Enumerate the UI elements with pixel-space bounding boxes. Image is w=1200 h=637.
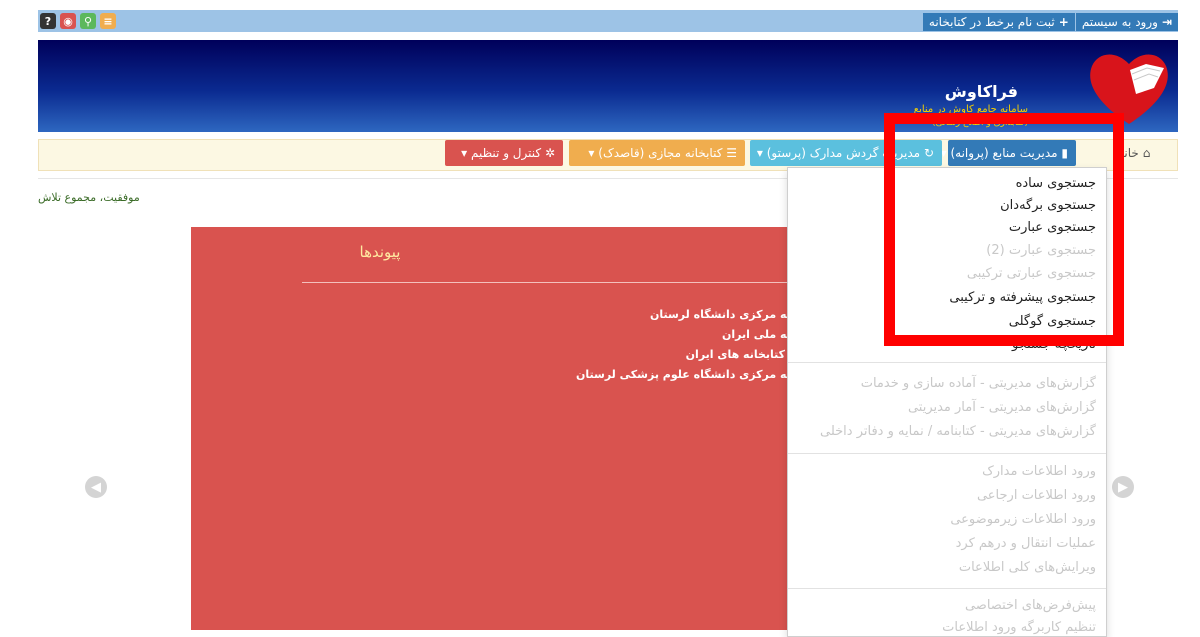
panel-title: پیوندها <box>359 243 401 261</box>
link-item[interactable]: کتابخانه مرکزی دانشگاه لرستان <box>430 305 822 325</box>
menu-item: ورود اطلاعات زیرموضوعی <box>950 512 1096 527</box>
register-link[interactable]: + ثبت نام برخط در کتابخانه <box>922 13 1076 31</box>
link-item[interactable]: انجمن کتابخانه های ایران <box>430 345 822 365</box>
list-icon: ☰ <box>726 146 737 160</box>
menu-divider <box>788 588 1106 589</box>
help-icon[interactable]: ? <box>40 13 56 29</box>
menu-item: گزارش‌های مدیریتی - آماده سازی و خدمات <box>860 376 1096 391</box>
menu-item: ورود اطلاعات مدارک <box>982 464 1096 479</box>
search-icon[interactable]: ⚲ <box>80 13 96 29</box>
menu-item: تنظیم کاربرگه ورود اطلاعات <box>942 620 1096 635</box>
menu-divider <box>788 362 1106 363</box>
nav-virtual-library-menu[interactable]: ☰ کتابخانه مجازی (قاصدک) ▾ <box>569 140 745 166</box>
menu-item: گزارش‌های مدیریتی - آمار مدیریتی <box>907 400 1096 415</box>
arrow-left-icon: ◀ <box>91 479 101 495</box>
login-icon: ⇥ <box>1161 15 1172 29</box>
nav-virtual-label: کتابخانه مجازی (قاصدک) <box>598 146 723 160</box>
arrow-right-icon: ▶ <box>1118 479 1128 495</box>
nav-control-menu[interactable]: ✲ کنترل و تنظیم ▾ <box>445 140 563 166</box>
links-panel <box>191 227 819 630</box>
menu-item: ویرایش‌های کلی اطلاعات <box>958 560 1096 575</box>
menu-item: عملیات انتقال و درهم کرد <box>955 536 1096 551</box>
nav-control-label: کنترل و تنظیم <box>470 146 542 160</box>
caret-down-icon: ▾ <box>588 146 595 160</box>
link-item[interactable]: کتابخانه ملی ایران <box>430 325 822 345</box>
panel-rule <box>302 282 822 283</box>
menu-item: پیش‌فرض‌های اختصاصی <box>964 598 1096 613</box>
gear-icon: ✲ <box>544 146 555 160</box>
caret-down-icon: ▾ <box>461 146 468 160</box>
carousel-prev-button[interactable]: ◀ <box>85 476 107 498</box>
auth-links: ⇥ ورود به سیستم + ثبت نام برخط در کتابخا… <box>922 13 1178 31</box>
menu-item: ورود اطلاعات ارجاعی <box>976 488 1096 503</box>
home-icon: ⌂ <box>1142 146 1151 160</box>
carousel-next-button[interactable]: ▶ <box>1112 476 1134 498</box>
caret-down-icon: ▾ <box>756 146 763 160</box>
menu-divider <box>788 453 1106 454</box>
motto-text: موفقیت، مجموع تلاش <box>38 191 140 204</box>
menu-item: گزارش‌های مدیریتی - کتابنامه / نمایه و د… <box>820 424 1096 439</box>
links-list: کتابخانه مرکزی دانشگاه لرستان کتابخانه م… <box>430 305 822 385</box>
quick-icons: ? ◉ ⚲ ≡ <box>40 13 116 29</box>
list-icon[interactable]: ≡ <box>100 13 116 29</box>
highlight-box <box>884 113 1124 346</box>
globe-icon[interactable]: ◉ <box>60 13 76 29</box>
banner-title: فراکاوش <box>944 82 1018 101</box>
login-label: ورود به سیستم <box>1081 15 1158 29</box>
link-item[interactable]: کتابخانه مرکزی دانشگاه علوم پزشکی لرستان <box>430 365 822 385</box>
register-label: ثبت نام برخط در کتابخانه <box>928 15 1055 29</box>
login-link[interactable]: ⇥ ورود به سیستم <box>1075 13 1178 31</box>
plus-icon: + <box>1058 15 1069 29</box>
